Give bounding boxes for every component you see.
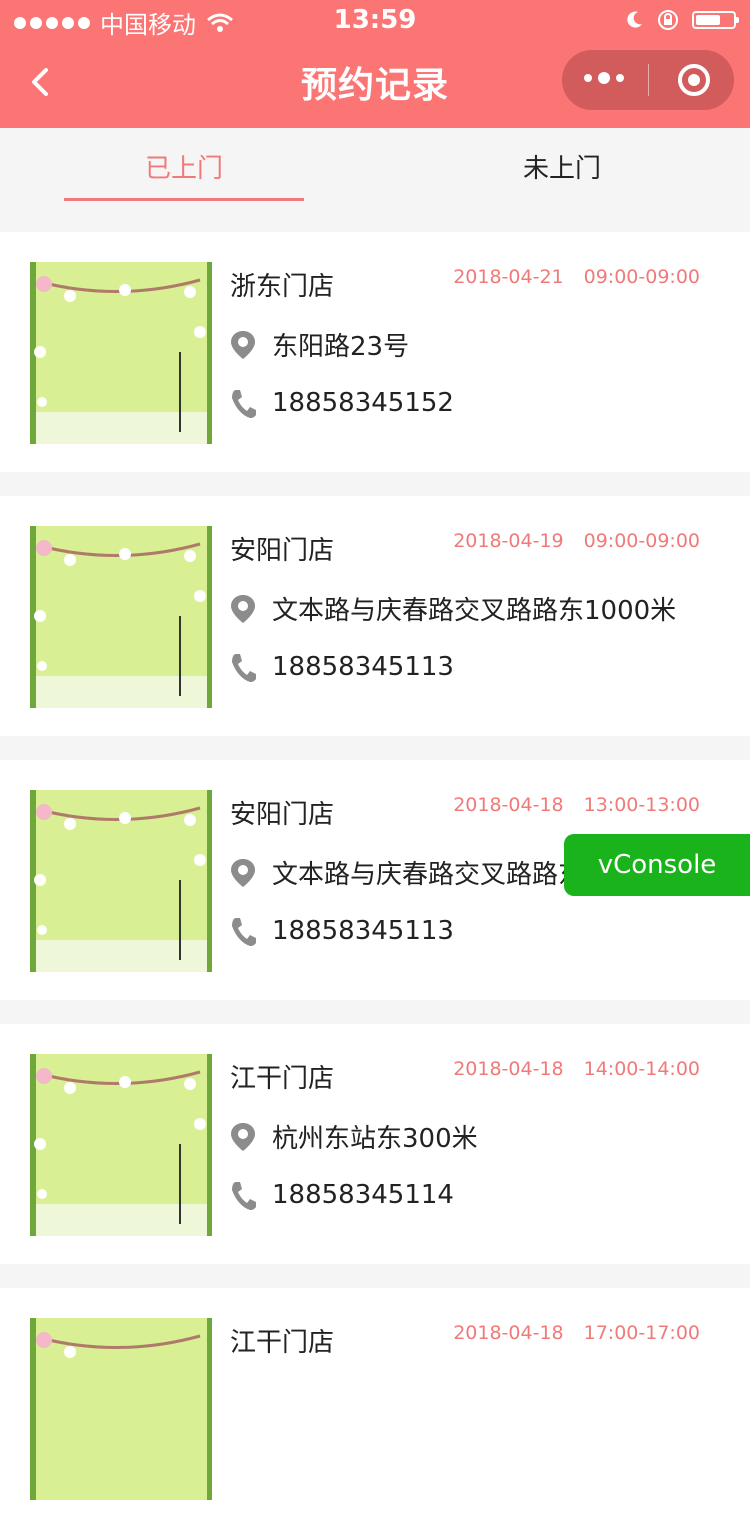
moon-icon: [627, 11, 642, 28]
store-thumbnail: [30, 262, 212, 444]
location-pin-icon: [231, 594, 255, 623]
phone-row: 18858345114: [230, 1180, 454, 1210]
store-name: 安阳门店: [230, 800, 335, 830]
active-tab-indicator: [64, 198, 304, 201]
phone-row: 18858345152: [230, 388, 454, 418]
record-card[interactable]: 江干门店 2018-04-18 17:00-17:00: [0, 1288, 750, 1528]
phone-row: 18858345113: [230, 916, 454, 946]
store-name: 浙东门店: [230, 272, 335, 302]
appointment-datetime: 2018-04-19 09:00-09:00: [453, 530, 700, 552]
location-pin-icon: [231, 330, 255, 359]
mini-program-capsule: [562, 50, 734, 110]
appointment-date: 2018-04-21: [453, 266, 564, 288]
tab-bar: 已上门 未上门: [0, 128, 750, 202]
record-card[interactable]: 安阳门店 2018-04-19 09:00-09:00 文本路与庆春路交叉路路东1…: [0, 496, 750, 736]
phone-row: 18858345113: [230, 652, 454, 682]
appointment-time: 13:00-13:00: [583, 794, 700, 816]
vconsole-button[interactable]: vConsole: [564, 834, 750, 896]
appointment-time: 14:00-14:00: [583, 1058, 700, 1080]
battery-icon: [692, 11, 739, 29]
phone-icon: [232, 390, 256, 418]
store-thumbnail: [30, 790, 212, 972]
store-address: 文本路与庆春路交叉路路东1000米: [272, 596, 677, 626]
phone-icon: [232, 1182, 256, 1210]
close-target-icon[interactable]: [676, 62, 712, 98]
more-icon[interactable]: [584, 72, 624, 84]
location-pin-icon: [231, 858, 255, 887]
location-pin-icon: [231, 1122, 255, 1151]
tab-not-visited[interactable]: 未上门: [442, 148, 682, 185]
store-phone: 18858345113: [272, 652, 454, 682]
appointment-date: 2018-04-18: [453, 1322, 564, 1344]
appointment-time: 09:00-09:00: [583, 266, 700, 288]
address-row: 杭州东站东300米: [230, 1118, 478, 1155]
appointment-date: 2018-04-18: [453, 1058, 564, 1080]
store-phone: 18858345113: [272, 916, 454, 946]
store-thumbnail: [30, 526, 212, 708]
address-row: 文本路与庆春路交叉路路东1000米: [230, 590, 676, 627]
top-bar: 中国移动 13:59 预约记录: [0, 0, 750, 128]
store-phone: 18858345152: [272, 388, 454, 418]
record-card[interactable]: 江干门店 2018-04-18 14:00-14:00 杭州东站东300米 188…: [0, 1024, 750, 1264]
store-name: 安阳门店: [230, 536, 335, 566]
store-name: 江干门店: [230, 1328, 335, 1358]
record-card[interactable]: 浙东门店 2018-04-21 09:00-09:00 东阳路23号 188583…: [0, 232, 750, 472]
appointment-date: 2018-04-18: [453, 794, 564, 816]
address-row: 东阳路23号: [230, 326, 409, 363]
store-thumbnail: [30, 1054, 212, 1236]
store-address: 杭州东站东300米: [272, 1124, 478, 1154]
store-thumbnail: [30, 1318, 212, 1500]
rotation-lock-icon: [658, 10, 678, 30]
appointment-datetime: 2018-04-18 14:00-14:00: [453, 1058, 700, 1080]
appointment-datetime: 2018-04-18 13:00-13:00: [453, 794, 700, 816]
appointment-time: 17:00-17:00: [583, 1322, 700, 1344]
status-bar: 中国移动 13:59: [0, 0, 750, 40]
appointment-datetime: 2018-04-18 17:00-17:00: [453, 1322, 700, 1344]
store-name: 江干门店: [230, 1064, 335, 1094]
phone-icon: [232, 918, 256, 946]
appointment-time: 09:00-09:00: [583, 530, 700, 552]
appointment-datetime: 2018-04-21 09:00-09:00: [453, 266, 700, 288]
store-phone: 18858345114: [272, 1180, 454, 1210]
appointment-date: 2018-04-19: [453, 530, 564, 552]
phone-icon: [232, 654, 256, 682]
tab-visited[interactable]: 已上门: [64, 148, 304, 185]
store-address: 东阳路23号: [272, 332, 410, 362]
